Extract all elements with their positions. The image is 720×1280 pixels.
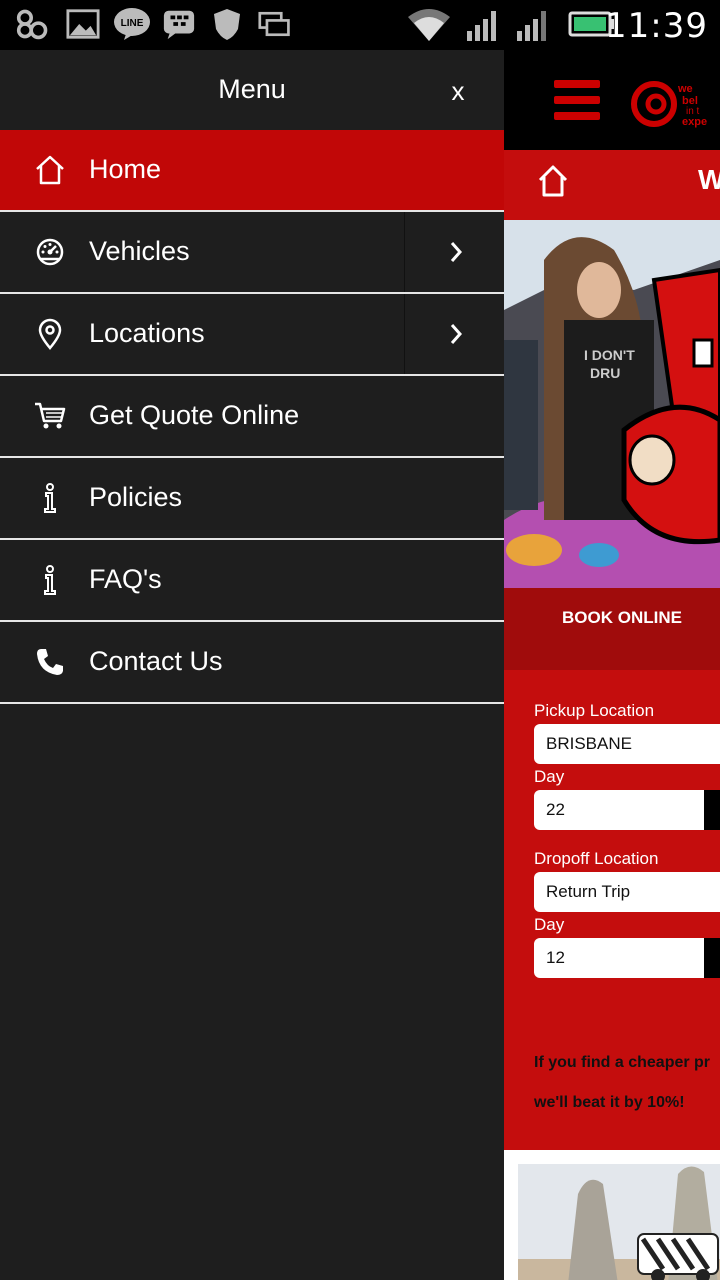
menu-list: Home Vehicles Locations Get Quote Online… bbox=[0, 130, 504, 704]
status-bar: LINE 11:39 bbox=[0, 0, 720, 50]
svg-text:LINE: LINE bbox=[121, 18, 144, 29]
pickup-day-select[interactable]: 22 bbox=[534, 790, 720, 830]
pickup-location-label: Pickup Location bbox=[534, 701, 655, 720]
cart-icon bbox=[34, 398, 66, 434]
dropoff-day-select[interactable]: 12 bbox=[534, 938, 720, 978]
home-icon bbox=[34, 152, 66, 188]
bbm-icon bbox=[162, 8, 196, 40]
side-drawer: Menu x Home Vehicles Locations Get Quote… bbox=[0, 50, 504, 1280]
drawer-header: Menu x bbox=[0, 50, 504, 130]
menu-item-label: FAQ's bbox=[89, 564, 162, 594]
svg-text:expe: expe bbox=[682, 116, 707, 128]
site-header: we bel in t expe bbox=[504, 50, 720, 150]
chevron-right-icon bbox=[450, 242, 463, 262]
gallery-icon bbox=[66, 8, 100, 40]
app-icon bbox=[16, 8, 50, 40]
multiwindow-icon bbox=[258, 8, 292, 40]
pickup-day-label: Day bbox=[534, 767, 565, 786]
line-icon: LINE bbox=[112, 8, 152, 40]
speedometer-icon bbox=[34, 234, 66, 270]
book-online-tab[interactable]: BOOK ONLINE bbox=[504, 588, 720, 670]
dropoff-day-label: Day bbox=[534, 915, 565, 934]
signal-icon bbox=[514, 8, 554, 41]
info-icon bbox=[34, 480, 66, 516]
hamburger-menu-icon[interactable] bbox=[554, 80, 600, 120]
signal-icon bbox=[464, 8, 504, 41]
menu-item-contact[interactable]: Contact Us bbox=[0, 622, 504, 704]
dropoff-month-select[interactable] bbox=[704, 938, 720, 978]
menu-item-faqs[interactable]: FAQ's bbox=[0, 540, 504, 622]
map-pin-icon bbox=[34, 316, 66, 352]
menu-item-label: Locations bbox=[89, 318, 205, 348]
menu-item-label: Contact Us bbox=[89, 646, 223, 676]
menu-item-home[interactable]: Home bbox=[0, 130, 504, 212]
submenu-toggle[interactable] bbox=[404, 294, 505, 374]
home-icon[interactable] bbox=[538, 164, 568, 198]
info-icon bbox=[34, 562, 66, 598]
menu-item-vehicles[interactable]: Vehicles bbox=[0, 212, 504, 294]
menu-item-get-quote[interactable]: Get Quote Online bbox=[0, 376, 504, 458]
chevron-right-icon bbox=[450, 324, 463, 344]
svg-text:DRU: DRU bbox=[590, 365, 620, 381]
pickup-month-select[interactable] bbox=[704, 790, 720, 830]
menu-item-label: Vehicles bbox=[89, 236, 190, 266]
drawer-title: Menu bbox=[218, 74, 286, 104]
page-title: W bbox=[698, 164, 720, 195]
menu-item-locations[interactable]: Locations bbox=[0, 294, 504, 376]
pickup-location-select[interactable]: BRISBANE bbox=[534, 724, 720, 764]
close-button[interactable]: x bbox=[448, 76, 468, 107]
menu-item-label: Home bbox=[89, 154, 162, 184]
dropoff-location-label: Dropoff Location bbox=[534, 849, 659, 868]
menu-item-policies[interactable]: Policies bbox=[0, 458, 504, 540]
book-online-label: BOOK ONLINE bbox=[562, 608, 682, 627]
booking-form: Pickup Location BRISBANE Day 22 Dropoff … bbox=[504, 670, 720, 1150]
page-nav-bar: W bbox=[504, 150, 720, 220]
page-content: we bel in t expe W I DON'T DRU BOOK ONLI… bbox=[504, 50, 720, 1280]
svg-text:we: we bbox=[677, 83, 693, 95]
price-beat-text: If you find a cheaper pr bbox=[534, 1054, 711, 1071]
clock: 11:39 bbox=[605, 6, 708, 46]
menu-item-label: Policies bbox=[89, 482, 183, 512]
wifi-icon bbox=[406, 8, 452, 41]
hero-image: I DON'T DRU bbox=[504, 220, 720, 588]
shield-icon bbox=[210, 8, 244, 40]
submenu-toggle[interactable] bbox=[404, 212, 505, 292]
campervan-photo bbox=[518, 1164, 720, 1280]
dropoff-location-select[interactable]: Return Trip bbox=[534, 872, 720, 912]
svg-text:I DON'T: I DON'T bbox=[584, 347, 635, 363]
menu-item-label: Get Quote Online bbox=[89, 400, 300, 430]
phone-icon bbox=[34, 644, 66, 680]
logo: we bel in t expe bbox=[631, 81, 707, 128]
price-beat-text-2: we'll beat it by 10%! bbox=[534, 1094, 685, 1111]
